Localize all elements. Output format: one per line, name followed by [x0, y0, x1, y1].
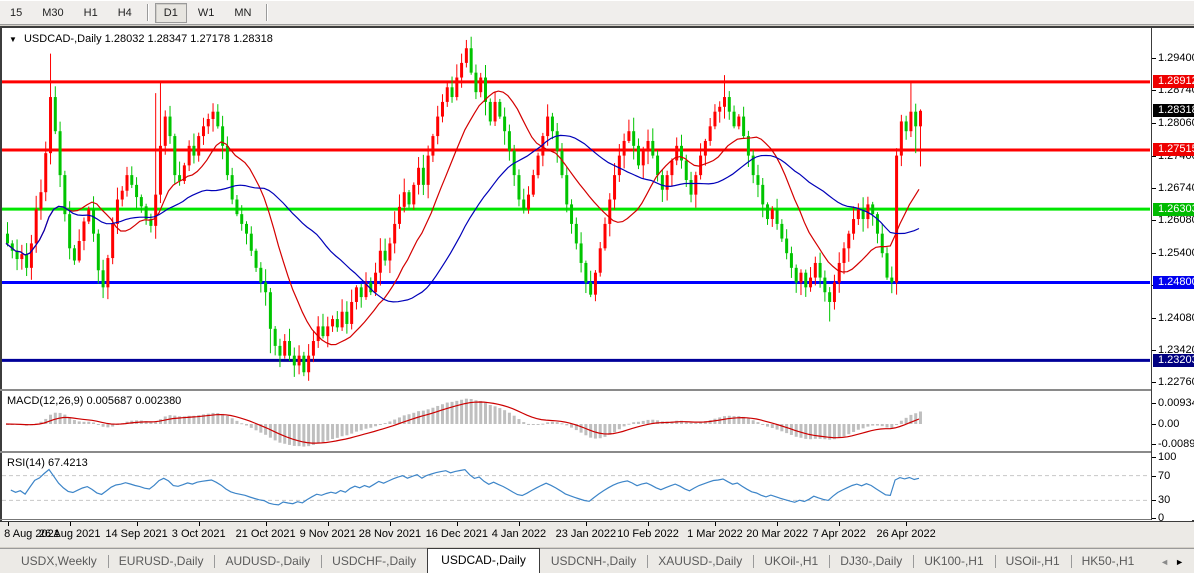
panel-divider[interactable] — [0, 389, 1194, 391]
price-line-badge: 1.28318 — [1153, 104, 1194, 117]
timeframe-toolbar: 15M30H1H4 D1W1MN — [0, 0, 1194, 25]
tab-scroll-right-icon[interactable]: ► — [1175, 557, 1190, 567]
date-tick — [457, 522, 458, 526]
mt4-window: 15M30H1H4 D1W1MN ▼ USDCAD-,Daily 1.28032 … — [0, 0, 1194, 573]
toolbar-separator — [266, 4, 268, 21]
price-tick-label: 1.25400 — [1158, 247, 1194, 259]
date-tick — [839, 522, 840, 526]
price-tick-label: 1.29400 — [1158, 52, 1194, 64]
price-axis[interactable]: 1.294001.287401.280601.274001.267401.260… — [1151, 28, 1194, 520]
date-tick — [519, 522, 520, 526]
date-label: 4 Jan 2022 — [492, 528, 546, 540]
macd-tick-label: -0.008902 — [1158, 438, 1194, 450]
tab-usdchf-daily[interactable]: USDCHF-,Daily — [321, 550, 427, 573]
price-tick-label: 1.22760 — [1158, 376, 1194, 388]
price-tick-label: 1.24080 — [1158, 312, 1194, 324]
date-label: 21 Oct 2021 — [236, 528, 296, 540]
chart-title: ▼ USDCAD-,Daily 1.28032 1.28347 1.27178 … — [9, 33, 273, 45]
date-label: 9 Nov 2021 — [300, 528, 356, 540]
date-label: 14 Sep 2021 — [105, 528, 167, 540]
macd-indicator-label: MACD(12,26,9) 0.005687 0.002380 — [7, 395, 181, 407]
date-tick — [328, 522, 329, 526]
price-tick-label: 1.26080 — [1158, 214, 1194, 226]
tab-usdcnh-daily[interactable]: USDCNH-,Daily — [540, 550, 647, 573]
tab-audusd-daily[interactable]: AUDUSD-,Daily — [214, 550, 321, 573]
date-label: 26 Aug 2021 — [39, 528, 101, 540]
date-tick — [715, 522, 716, 526]
tab-eurusd-daily[interactable]: EURUSD-,Daily — [108, 550, 215, 573]
macd-tick-label: 0.00 — [1158, 418, 1179, 430]
tab-usdcad-daily[interactable]: USDCAD-,Daily — [427, 548, 540, 573]
macd-tick-label: 0.009345 — [1158, 397, 1194, 409]
date-label: 20 Mar 2022 — [746, 528, 808, 540]
tab-scroll-arrows: ◄► — [1160, 557, 1190, 567]
timeframe-button-h4[interactable]: H4 — [109, 3, 141, 23]
tab-hk50-h1[interactable]: HK50-,H1 — [1071, 550, 1146, 573]
rsi-name: RSI(14) — [7, 457, 45, 469]
tab-uk100-h1[interactable]: UK100-,H1 — [913, 550, 994, 573]
date-label: 10 Feb 2022 — [617, 528, 679, 540]
tab-usoil-h1[interactable]: USOil-,H1 — [995, 550, 1071, 573]
date-tick — [199, 522, 200, 526]
chart-menu-arrow-icon[interactable]: ▼ — [9, 35, 17, 44]
tab-dj30-daily[interactable]: DJ30-,Daily — [829, 550, 913, 573]
panel-divider[interactable] — [0, 451, 1194, 453]
rsi-tick-label: 70 — [1158, 470, 1170, 482]
date-label: 28 Nov 2021 — [359, 528, 421, 540]
timeframe-button-15[interactable]: 15 — [1, 3, 31, 23]
tab-ukoil-h1[interactable]: UKOil-,H1 — [753, 550, 829, 573]
price-line-badge: 1.23203 — [1153, 354, 1194, 367]
date-tick — [586, 522, 587, 526]
chart-symbol-label: USDCAD-,Daily — [24, 33, 102, 45]
time-axis[interactable]: 8 Aug 202126 Aug 202114 Sep 20213 Oct 20… — [0, 521, 1194, 547]
price-line-badge: 1.28912 — [1153, 75, 1194, 88]
macd-values: 0.005687 0.002380 — [86, 395, 181, 407]
date-tick — [8, 522, 9, 526]
rsi-value: 67.4213 — [48, 457, 88, 469]
price-line-badge: 1.26303 — [1153, 203, 1194, 216]
date-tick — [648, 522, 649, 526]
rsi-tick-label: 100 — [1158, 451, 1176, 463]
tab-scroll-left-icon[interactable]: ◄ — [1160, 557, 1175, 567]
date-label: 23 Jan 2022 — [556, 528, 617, 540]
timeframe-button-w1[interactable]: W1 — [189, 3, 224, 23]
price-tick-label: 1.28060 — [1158, 117, 1194, 129]
panel-divider — [0, 519, 1194, 520]
price-line-badge: 1.27515 — [1153, 143, 1194, 156]
date-tick — [70, 522, 71, 526]
chart-ohlc-values: 1.28032 1.28347 1.27178 1.28318 — [105, 33, 273, 45]
date-tick — [266, 522, 267, 526]
timeframe-button-mn[interactable]: MN — [225, 3, 260, 23]
timeframe-button-h1[interactable]: H1 — [75, 3, 107, 23]
rsi-tick-label: 30 — [1158, 494, 1170, 506]
rsi-indicator-label: RSI(14) 67.4213 — [7, 457, 88, 469]
date-tick — [777, 522, 778, 526]
chart-tab-bar: USDX,WeeklyEURUSD-,DailyAUDUSD-,DailyUSD… — [0, 548, 1194, 573]
chart-window[interactable] — [0, 26, 1194, 547]
toolbar-separator — [147, 4, 149, 21]
date-tick — [906, 522, 907, 526]
timeframe-button-d1[interactable]: D1 — [155, 3, 187, 23]
date-label: 26 Apr 2022 — [876, 528, 935, 540]
date-tick — [137, 522, 138, 526]
price-tick-label: 1.26740 — [1158, 182, 1194, 194]
date-label: 7 Apr 2022 — [813, 528, 866, 540]
date-label: 1 Mar 2022 — [687, 528, 743, 540]
date-label: 3 Oct 2021 — [172, 528, 226, 540]
date-tick — [390, 522, 391, 526]
timeframe-button-m30[interactable]: M30 — [33, 3, 72, 23]
macd-name: MACD(12,26,9) — [7, 395, 83, 407]
price-line-badge: 1.24800 — [1153, 276, 1194, 289]
date-label: 16 Dec 2021 — [426, 528, 488, 540]
tab-xauusd-daily[interactable]: XAUUSD-,Daily — [647, 550, 753, 573]
tab-usdx-weekly[interactable]: USDX,Weekly — [10, 550, 108, 573]
